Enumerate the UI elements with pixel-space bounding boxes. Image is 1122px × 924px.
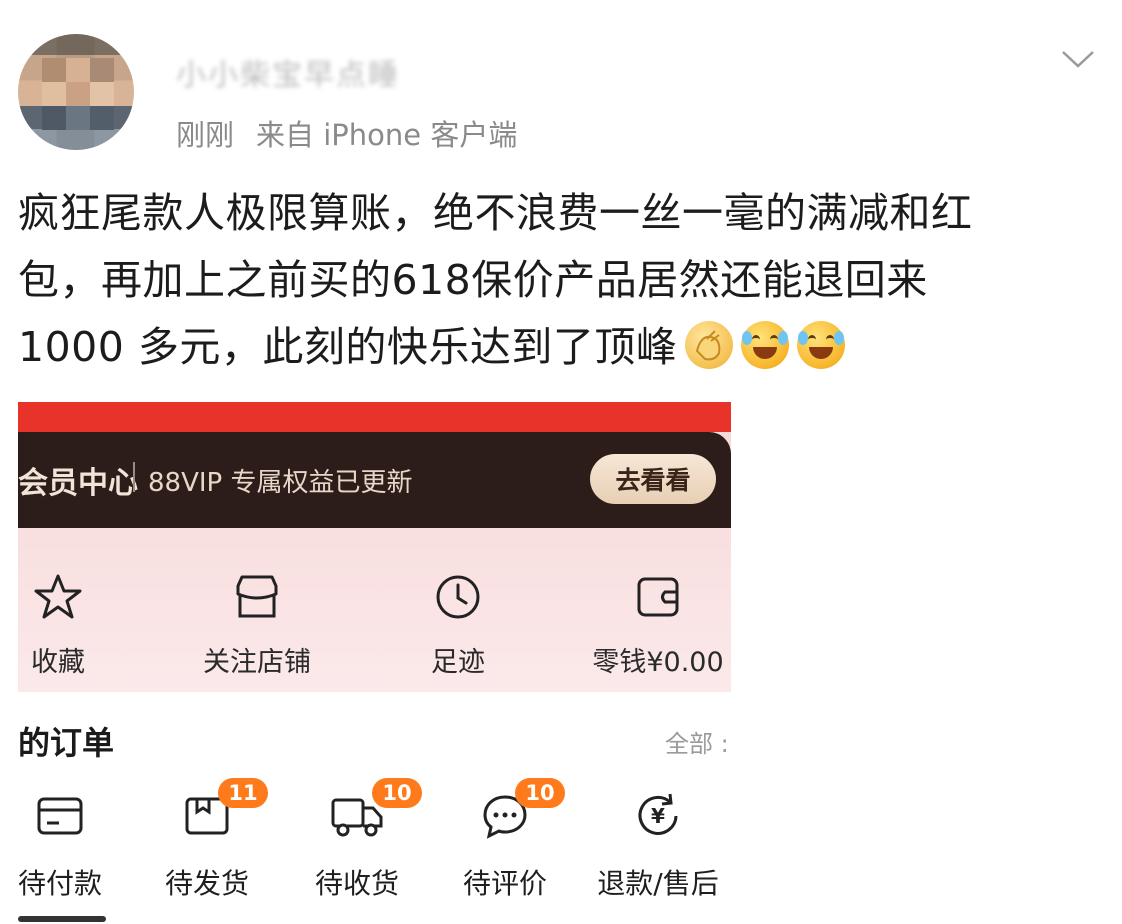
header-red-bar <box>18 402 731 432</box>
order-badge: 11 <box>218 778 268 808</box>
orders-title: 的订单 <box>18 724 115 762</box>
svg-text:¥: ¥ <box>651 804 665 828</box>
order-pending-payment[interactable]: 待付款 <box>0 790 125 902</box>
refund-icon: ¥ <box>638 793 678 835</box>
clock-icon <box>436 575 480 619</box>
divider <box>18 916 106 922</box>
order-label: 待收货 <box>314 867 399 900</box>
order-label: 待评价 <box>462 867 547 900</box>
order-label: 退款/售后 <box>597 867 719 900</box>
store-icon <box>236 575 278 618</box>
vip-text: 88VIP 专属权益已更新 <box>148 468 413 498</box>
quick-item-label: 关注店铺 <box>203 647 311 678</box>
order-refund[interactable]: ¥ 退款/售后 <box>593 790 723 902</box>
post-text-line: 疯狂尾款人极限算账，绝不浪费一丝一毫的满减和红 <box>18 189 973 237</box>
card-icon <box>37 797 83 835</box>
clap-emoji <box>685 321 734 369</box>
post-time: 刚刚 <box>176 118 235 152</box>
quick-item-label: 足迹 <box>431 647 485 678</box>
order-label: 待付款 <box>17 867 102 900</box>
post-text-line: 1000 多元，此刻的快乐达到了顶峰 <box>18 323 678 371</box>
post-body: 疯狂尾款人极限算账，绝不浪费一丝一毫的满减和红 包，再加上之前买的618保价产品… <box>18 180 1078 381</box>
username[interactable]: 小小柴宝早点睡 <box>176 50 476 94</box>
quick-item-label: 收藏 <box>31 647 85 678</box>
order-pending-receipt[interactable]: 10 待收货 <box>292 778 422 902</box>
vip-title: 会员中心 <box>18 466 138 501</box>
order-pending-review[interactable]: 10 待评价 <box>440 778 570 902</box>
order-badge: 10 <box>372 778 422 808</box>
go-see-button[interactable]: 去看看 <box>590 454 716 504</box>
order-label: 待发货 <box>164 867 249 900</box>
post-text-line-last: 1000 多元，此刻的快乐达到了顶峰 <box>18 314 1078 381</box>
quick-item-wallet[interactable]: 零钱¥0.00 <box>583 572 731 679</box>
laugh-cry-emoji <box>741 321 790 369</box>
quick-item-followed-stores[interactable]: 关注店铺 <box>182 572 332 679</box>
username-text: 小小柴宝早点睡 <box>176 58 400 93</box>
orders-all-link[interactable]: 全部 : <box>665 724 729 759</box>
order-pending-shipment[interactable]: 11 待发货 <box>142 778 272 902</box>
quick-item-footprints[interactable]: 足迹 <box>383 572 533 679</box>
chevron-down-icon[interactable] <box>1060 44 1096 72</box>
divider <box>133 462 135 492</box>
quick-item-label: 零钱¥0.00 <box>592 647 724 678</box>
star-icon <box>34 574 82 619</box>
wallet-icon <box>637 577 679 617</box>
laugh-cry-emoji <box>797 321 846 369</box>
avatar[interactable] <box>18 34 134 150</box>
post-source: 来自 iPhone 客户端 <box>256 118 518 152</box>
post-text-line: 包，再加上之前买的618保价产品居然还能退回来 <box>18 256 928 304</box>
post-meta: 刚刚 来自 iPhone 客户端 <box>176 112 517 154</box>
embedded-screenshot[interactable]: 会员中心 88VIP 专属权益已更新 去看看 收藏 关注店铺 足迹 零钱¥0.0… <box>18 402 731 692</box>
quick-item-favorites[interactable]: 收藏 <box>18 572 133 679</box>
order-badge: 10 <box>515 778 565 808</box>
